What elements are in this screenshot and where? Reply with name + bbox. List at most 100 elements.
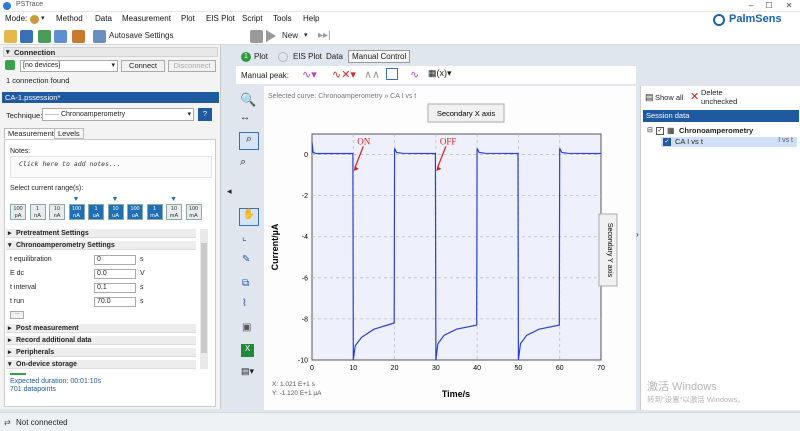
save-icon[interactable]	[20, 30, 33, 43]
tab-manual-control[interactable]: Manual Control	[348, 50, 411, 63]
tree-checkbox[interactable]: ✓	[656, 127, 664, 135]
menu-measurement[interactable]: Measurement	[122, 14, 171, 23]
current-range-button[interactable]: 100 pA	[10, 204, 26, 220]
menu-plot[interactable]: Plot	[181, 14, 195, 23]
technique-select[interactable]: —— Chronoamperometry ▾	[42, 108, 194, 121]
t-run-input[interactable]: 70.0	[94, 297, 136, 307]
tree-root-label[interactable]: Chronoamperometry	[679, 126, 753, 135]
param-label: t equilibration	[10, 256, 52, 263]
copy-plot-icon[interactable]: ⧉	[242, 278, 249, 289]
delete-unchecked-button[interactable]: Delete unchecked	[701, 88, 737, 106]
post-measurement-section[interactable]: ▸ Post measurement	[6, 324, 196, 333]
palmsens-logo-icon	[713, 14, 725, 26]
export-excel-icon[interactable]: X	[241, 344, 254, 357]
close-button[interactable]: ✕	[782, 0, 796, 12]
disconnect-button[interactable]: Disconnect	[168, 60, 216, 72]
scrollbar-thumb[interactable]	[201, 243, 207, 353]
hand-icon[interactable]: ✋	[239, 208, 259, 226]
maximize-button[interactable]: ☐	[762, 0, 776, 12]
current-range-button[interactable]: 100 nA	[68, 204, 85, 220]
current-range-button[interactable]: 100 uA	[127, 204, 143, 220]
chevron-down-icon[interactable]: ▾	[304, 31, 308, 39]
on-device-storage-section[interactable]: ▾ On-device storage	[6, 360, 196, 369]
play-icon[interactable]	[266, 30, 276, 42]
help-button[interactable]: ?	[198, 108, 212, 121]
autosave-settings-label[interactable]: Autosave Settings	[109, 31, 173, 40]
autosave-icon[interactable]	[93, 30, 106, 43]
peripherals-section[interactable]: ▸ Peripherals	[6, 348, 196, 357]
export-image-icon[interactable]: ▣	[242, 322, 251, 333]
peak-analysis-icon[interactable]: ∿	[410, 68, 419, 81]
tab-levels[interactable]: Levels	[54, 128, 84, 139]
minimize-button[interactable]: –	[744, 0, 758, 12]
plot-tab-icon: 1	[241, 52, 251, 62]
legend-icon[interactable]: ⌇	[242, 298, 247, 309]
collapse-left-panel-icon[interactable]: ◂	[227, 186, 232, 197]
curve-row[interactable]: ✓ CA I vs t I vs t	[661, 137, 797, 147]
reset-icon[interactable]	[72, 30, 85, 43]
fx-icon[interactable]: ▦(x)▾	[428, 68, 452, 79]
stop-icon[interactable]	[250, 30, 263, 43]
tab-data[interactable]: Data	[326, 52, 343, 61]
current-range-button[interactable]: 1 mA	[146, 204, 163, 220]
baseline-icon[interactable]: ∧∧	[364, 68, 380, 81]
current-range-button[interactable]: 10 nA	[49, 204, 65, 220]
zoom-in-icon[interactable]: 🔍	[240, 92, 256, 108]
x-axis-label: Time/s	[442, 389, 470, 399]
app-logo-icon	[3, 2, 11, 10]
delete-icon[interactable]: ✕	[690, 90, 699, 103]
t-interval-input[interactable]: 0.1	[94, 283, 136, 293]
edit-axes-icon[interactable]: ✎	[242, 254, 250, 265]
connect-button[interactable]: Connect	[121, 60, 165, 72]
connection-header[interactable]: ▾ Connection	[3, 47, 218, 57]
tree-toggle-icon[interactable]: ⊟	[647, 126, 653, 134]
load-method-icon[interactable]	[38, 30, 51, 43]
peak-delete-icon[interactable]: ∿✕▾	[332, 68, 356, 81]
device-select[interactable]: [no devices] ▾	[20, 60, 118, 72]
t-equilibration-input[interactable]: 0	[94, 255, 136, 265]
menu-method[interactable]: Method	[56, 14, 83, 23]
tab-plot[interactable]: Plot	[254, 52, 268, 61]
show-all-icon[interactable]: ▤	[645, 92, 654, 103]
curve-checkbox[interactable]: ✓	[663, 138, 671, 146]
zoom-xy-icon[interactable]: ↔	[240, 112, 250, 123]
current-range-button[interactable]: 1 uA	[88, 204, 104, 220]
current-range-button[interactable]: 1 nA	[29, 204, 46, 220]
save-method-icon[interactable]	[54, 30, 67, 43]
chrono-settings-section[interactable]: ▾ Chronoamperometry Settings	[6, 241, 196, 250]
param-unit: V	[140, 270, 145, 277]
more-tools-icon[interactable]: ▤▾	[241, 366, 254, 377]
current-range-button[interactable]: 100 mA	[185, 204, 202, 220]
main-toolbar: Autosave Settings New ▾ ▸▸|	[0, 28, 800, 45]
refresh-icon[interactable]	[5, 60, 15, 70]
show-all-button[interactable]: Show all	[655, 93, 683, 102]
menu-help[interactable]: Help	[303, 14, 319, 23]
current-range-button[interactable]: 10 mA	[166, 204, 182, 220]
axis-icon[interactable]: ⌞	[242, 232, 247, 243]
chart[interactable]: Selected curve: Chronoamperometry » CA I…	[264, 86, 636, 410]
record-additional-section[interactable]: ▸ Record additional data	[6, 336, 196, 345]
e-dc-input[interactable]: 0.0	[94, 269, 136, 279]
expand-right-panel-icon[interactable]: ›	[636, 230, 639, 239]
current-range-button[interactable]: 10 uA	[107, 204, 124, 220]
open-folder-icon[interactable]	[4, 30, 17, 43]
notes-field[interactable]: Click here to add notes...	[10, 156, 212, 178]
tab-measurement[interactable]: Measurement	[4, 128, 58, 139]
fast-forward-icon[interactable]: ▸▸|	[318, 30, 331, 41]
mode-selector[interactable]: ▾	[30, 14, 50, 25]
zoom-out-icon[interactable]: ⌕	[240, 156, 246, 169]
session-file-header: CA-1.pssession*	[2, 92, 219, 103]
peak-table-icon[interactable]	[386, 68, 398, 80]
menu-script[interactable]: Script	[242, 14, 262, 23]
panel-scrollbar[interactable]	[200, 229, 208, 369]
menu-eis-plot[interactable]: EIS Plot	[206, 14, 235, 23]
x-tick-label: 50	[515, 365, 523, 372]
menu-tools[interactable]: Tools	[273, 14, 292, 23]
pretreatment-section[interactable]: ▸ Pretreatment Settings	[6, 229, 196, 238]
zoom-selected-icon[interactable]: ⌕	[239, 132, 259, 150]
peak-search-icon[interactable]: ∿▾	[302, 68, 317, 81]
more-options-button[interactable]: ···	[10, 311, 24, 319]
tab-eis-plot[interactable]: EIS Plot	[293, 52, 322, 61]
new-label[interactable]: New	[282, 31, 298, 40]
menu-data[interactable]: Data	[95, 14, 112, 23]
